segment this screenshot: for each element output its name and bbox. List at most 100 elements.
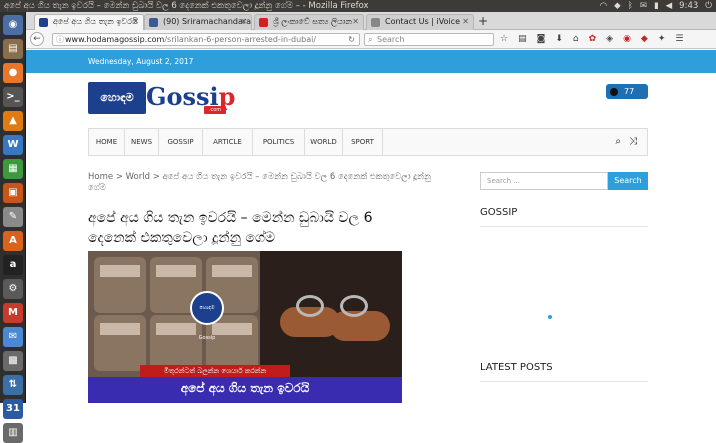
search-icon[interactable]: ⌕ <box>615 136 621 147</box>
tab-contact-ivoice[interactable]: Contact Us | iVoice ✕ <box>366 14 474 30</box>
close-icon[interactable]: ✕ <box>352 15 359 29</box>
calc-icon[interactable]: ▦ <box>3 159 23 179</box>
menu-gossip[interactable]: GOSSIP <box>159 129 203 155</box>
tab-label: (90) Sriramachandaran <box>163 17 252 26</box>
main-menu: HOME NEWS GOSSIP ARTICLE POLITICS WORLD … <box>88 128 648 156</box>
text-editor-icon[interactable]: ✎ <box>3 207 23 227</box>
search-bar[interactable]: ⌕ Search <box>364 33 494 46</box>
firefox-icon[interactable]: ● <box>3 63 23 83</box>
breadcrumb: Home > World > අපේ අය ගිය තැන ඉවරයි – මෙ… <box>88 172 448 194</box>
loading-indicator <box>548 315 552 319</box>
network-icon[interactable]: ⇅ <box>3 375 23 395</box>
back-button[interactable]: ← <box>30 32 44 46</box>
favicon-icon <box>39 18 48 27</box>
tab-label: ශ්‍රී ලංකාවේ සත්‍ය ලියාන <box>273 17 353 26</box>
navigation-bar: ← ⓘ www.hodamagossip.com/srilankan-6-per… <box>26 30 716 49</box>
fb-count: 77 <box>624 87 635 96</box>
writer-icon[interactable]: W <box>3 135 23 155</box>
terminal-icon[interactable]: >_ <box>3 87 23 107</box>
search-icon: ⌕ <box>368 35 373 44</box>
addon-icon[interactable]: ✿ <box>589 33 597 46</box>
featured-image[interactable]: හොඳම Gossip මිතුරන්ටත් බලන්න ශෙයාර් කරන්… <box>88 251 402 403</box>
mail-icon[interactable]: ✉ <box>640 0 647 12</box>
close-icon[interactable]: ✕ <box>132 15 139 29</box>
tab-facebook[interactable]: (90) Sriramachandaran ✕ <box>144 14 252 30</box>
tab-hodamagossip[interactable]: අපේ අය ගිය තැන ඉවරයි ✕ <box>34 14 144 30</box>
wifi-icon[interactable]: ◠ <box>600 0 607 12</box>
menu-article[interactable]: ARTICLE <box>203 129 253 155</box>
chat-icon[interactable]: ✉ <box>3 327 23 347</box>
image-banner: අපේ අය ගිය තැන ඉවරයි <box>88 377 402 403</box>
battery-icon[interactable]: ▮ <box>654 0 659 12</box>
vlc-icon[interactable]: ▲ <box>3 111 23 131</box>
url-bar[interactable]: ⓘ www.hodamagossip.com/srilankan-6-perso… <box>52 33 360 46</box>
url-domain: www.hodamagossip.com <box>65 35 165 44</box>
handcuffs-photo <box>260 251 402 377</box>
clock[interactable]: 9:43 <box>679 0 698 12</box>
toolbar-icons: ☆ ▤ ◙ ⬇ ⌂ ✿ ◈ ◉ ◆ ✦ ☰ <box>500 33 683 46</box>
menu-world[interactable]: WORLD <box>305 129 343 155</box>
workspace-icon[interactable]: ▥ <box>3 423 23 443</box>
facebook-icon <box>610 87 618 96</box>
bookmark-star-icon[interactable]: ☆ <box>500 33 508 46</box>
sidebar-search-button[interactable]: Search <box>608 172 648 190</box>
extension-icon[interactable]: ◈ <box>606 33 613 46</box>
tab-news[interactable]: ශ්‍රී ලංකාවේ සත්‍ය ලියාන ✕ <box>254 14 364 30</box>
dash-icon[interactable]: ◉ <box>3 15 23 35</box>
breadcrumb-home[interactable]: Home <box>88 172 113 182</box>
menu-home[interactable]: HOME <box>89 129 125 155</box>
favicon-icon <box>371 18 380 27</box>
pocket-icon[interactable]: ◙ <box>537 33 546 46</box>
bluetooth-icon[interactable]: ᛒ <box>628 0 633 12</box>
gmail-icon[interactable]: M <box>3 303 23 323</box>
search-placeholder: Search <box>377 35 405 44</box>
files-icon[interactable]: ▤ <box>3 39 23 59</box>
suspects-photo <box>88 251 260 377</box>
breadcrumb-world[interactable]: World <box>126 172 150 182</box>
download-icon[interactable]: ⬇ <box>555 33 563 46</box>
ublock-icon[interactable]: ◆ <box>641 33 648 46</box>
home-icon[interactable]: ⌂ <box>573 33 579 46</box>
tab-bar: අපේ අය ගිය තැන ඉවරයි ✕ (90) Sriramachand… <box>26 12 716 30</box>
menu-sport[interactable]: SPORT <box>343 129 383 155</box>
watermark-badge: හොඳම Gossip <box>190 291 224 341</box>
settings-icon[interactable]: ⚙ <box>3 279 23 299</box>
share-ribbon: මිතුරන්ටත් බලන්න ශෙයාර් කරන්න <box>140 365 290 377</box>
facebook-counter[interactable]: 77 <box>606 84 648 99</box>
power-icon[interactable]: ⏻ <box>705 0 712 12</box>
sidebar-gossip-heading: GOSSIP <box>480 207 648 227</box>
menu-politics[interactable]: POLITICS <box>253 129 305 155</box>
impress-icon[interactable]: ▣ <box>3 183 23 203</box>
site-logo[interactable]: හොඳම Gossip .com <box>88 80 235 116</box>
os-top-bar: අපේ අය ගිය තැන ඉවරයි – මෙන්න ඩුබායි වල 6… <box>0 0 716 12</box>
web-page: Wednesday, August 2, 2017 හොඳම Gossip .c… <box>26 50 716 403</box>
volume-icon[interactable]: ◀ <box>666 0 673 12</box>
top-strip: Wednesday, August 2, 2017 <box>26 50 716 73</box>
window-title: අපේ අය ගිය තැන ඉවරයි – මෙන්න ඩුබායි වල 6… <box>4 1 369 11</box>
reload-icon[interactable]: ↻ <box>348 34 355 45</box>
shuffle-icon[interactable]: ⤨ <box>629 136 637 147</box>
site-date: Wednesday, August 2, 2017 <box>88 57 194 66</box>
site-info-icon[interactable]: ⓘ <box>56 34 64 45</box>
screenshot-icon[interactable]: ▩ <box>3 351 23 371</box>
close-icon[interactable]: ✕ <box>240 15 247 29</box>
menu-news[interactable]: NEWS <box>125 129 159 155</box>
breadcrumb-sep: > <box>115 172 123 182</box>
dropbox-icon[interactable]: ◆ <box>614 0 621 12</box>
close-icon[interactable]: ✕ <box>462 15 469 29</box>
menu-icon[interactable]: ☰ <box>675 33 683 46</box>
system-tray: ◠ ◆ ᛒ ✉ ▮ ◀ 9:43 ⏻ <box>600 0 712 12</box>
launcher: ◉ ▤ ● >_ ▲ W ▦ ▣ ✎ Aa ⚙ M ✉ ▩ ⇅ 31 ▥ <box>0 12 26 443</box>
menu-icons: ⌕ ⤨ <box>615 136 637 147</box>
reading-list-icon[interactable]: ▤ <box>518 33 527 46</box>
amazon-icon[interactable]: a <box>3 255 23 275</box>
new-tab-button[interactable]: + <box>478 14 488 28</box>
favicon-icon <box>259 18 268 27</box>
extension-icon[interactable]: ✦ <box>658 33 666 46</box>
sidebar-search-input[interactable]: Search ... <box>480 172 608 190</box>
software-center-icon[interactable]: A <box>3 231 23 251</box>
calendar-icon[interactable]: 31 <box>3 399 23 419</box>
tab-label: අපේ අය ගිය තැන ඉවරයි <box>53 17 138 26</box>
facebook-icon <box>149 18 158 27</box>
pinterest-icon[interactable]: ◉ <box>623 33 631 46</box>
